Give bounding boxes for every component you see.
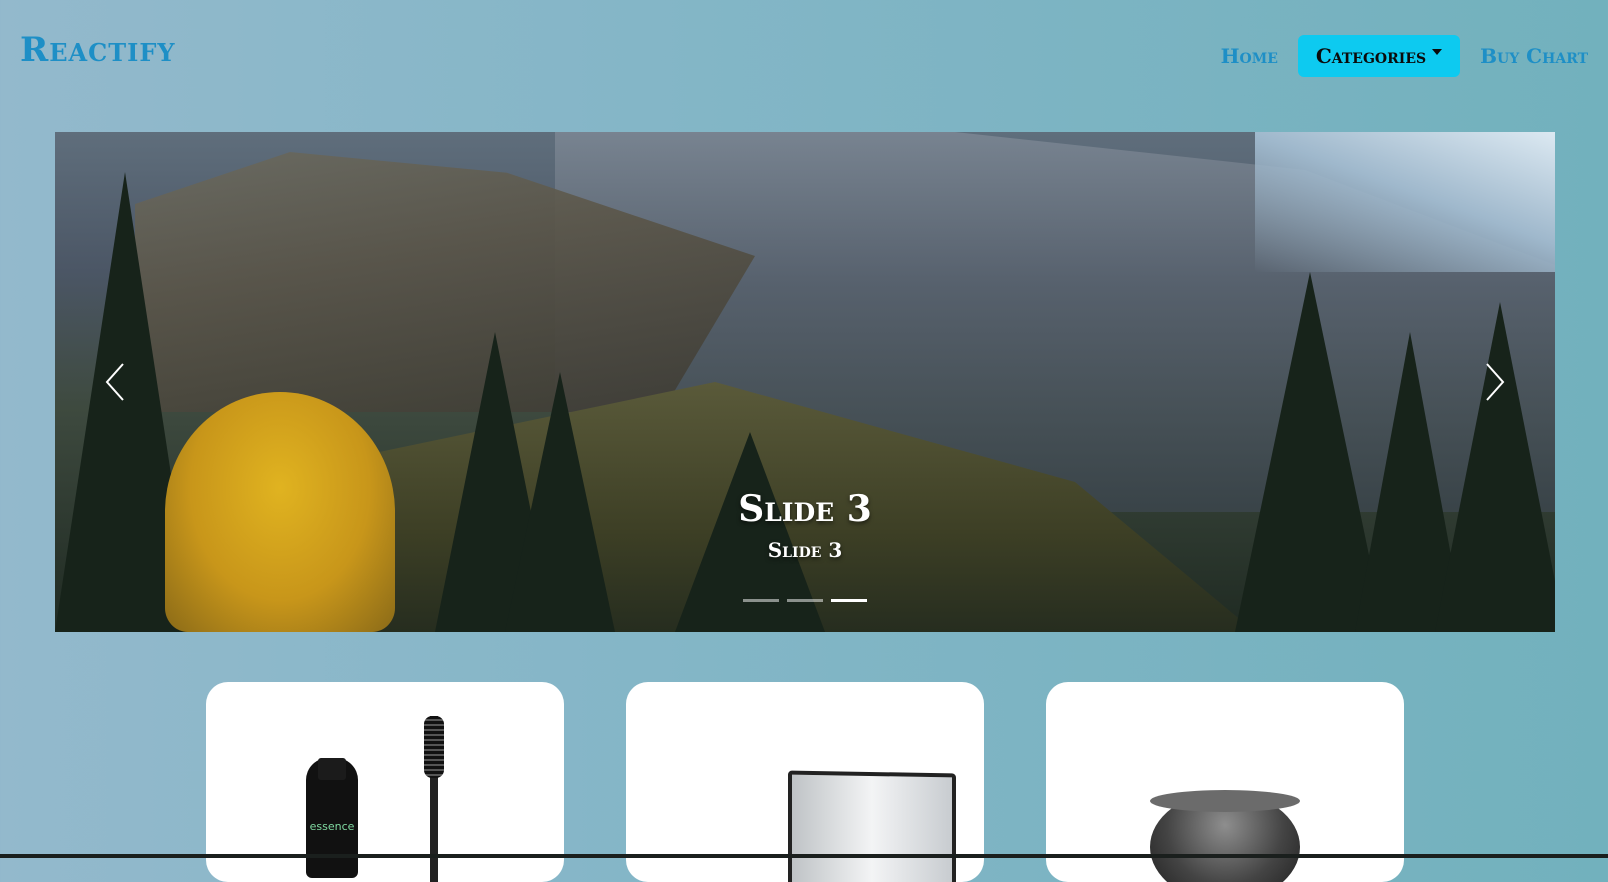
bottom-edge-bar xyxy=(0,854,1608,858)
main-nav: Home Categories Buy Chart xyxy=(1221,35,1588,77)
nav-home[interactable]: Home xyxy=(1221,36,1278,76)
slide-caption-title: Slide 3 xyxy=(738,488,872,530)
sky-shape xyxy=(1255,132,1555,272)
chevron-left-icon xyxy=(105,363,124,401)
mirror-image xyxy=(788,770,956,882)
slide-caption: Slide 3 Slide 3 xyxy=(55,488,1555,562)
slide-caption-text: Slide 3 xyxy=(767,538,843,562)
product-card[interactable]: essence xyxy=(206,682,564,882)
chevron-right-icon xyxy=(1486,363,1505,401)
nav-categories-label: Categories xyxy=(1315,44,1427,68)
hero-carousel: Slide 3 Slide 3 xyxy=(55,132,1555,632)
product-card[interactable] xyxy=(1046,682,1404,882)
carousel-prev-button[interactable] xyxy=(95,352,135,412)
nav-categories-dropdown[interactable]: Categories xyxy=(1297,35,1461,77)
carousel-indicator-2[interactable] xyxy=(787,599,823,602)
brand-logo[interactable]: Reactify xyxy=(20,30,176,70)
carousel-indicators xyxy=(55,599,1555,602)
product-card[interactable] xyxy=(626,682,984,882)
nav-buy-chart[interactable]: Buy Chart xyxy=(1480,36,1588,76)
mascara-brush xyxy=(424,716,444,778)
carousel-indicator-1[interactable] xyxy=(743,599,779,602)
carousel-next-button[interactable] xyxy=(1475,352,1515,412)
caret-down-icon xyxy=(1432,49,1443,55)
mascara-brand-label: essence xyxy=(309,820,355,833)
mascara-cap xyxy=(318,758,346,780)
compact-rim xyxy=(1150,790,1300,812)
carousel-indicator-3[interactable] xyxy=(831,599,867,602)
